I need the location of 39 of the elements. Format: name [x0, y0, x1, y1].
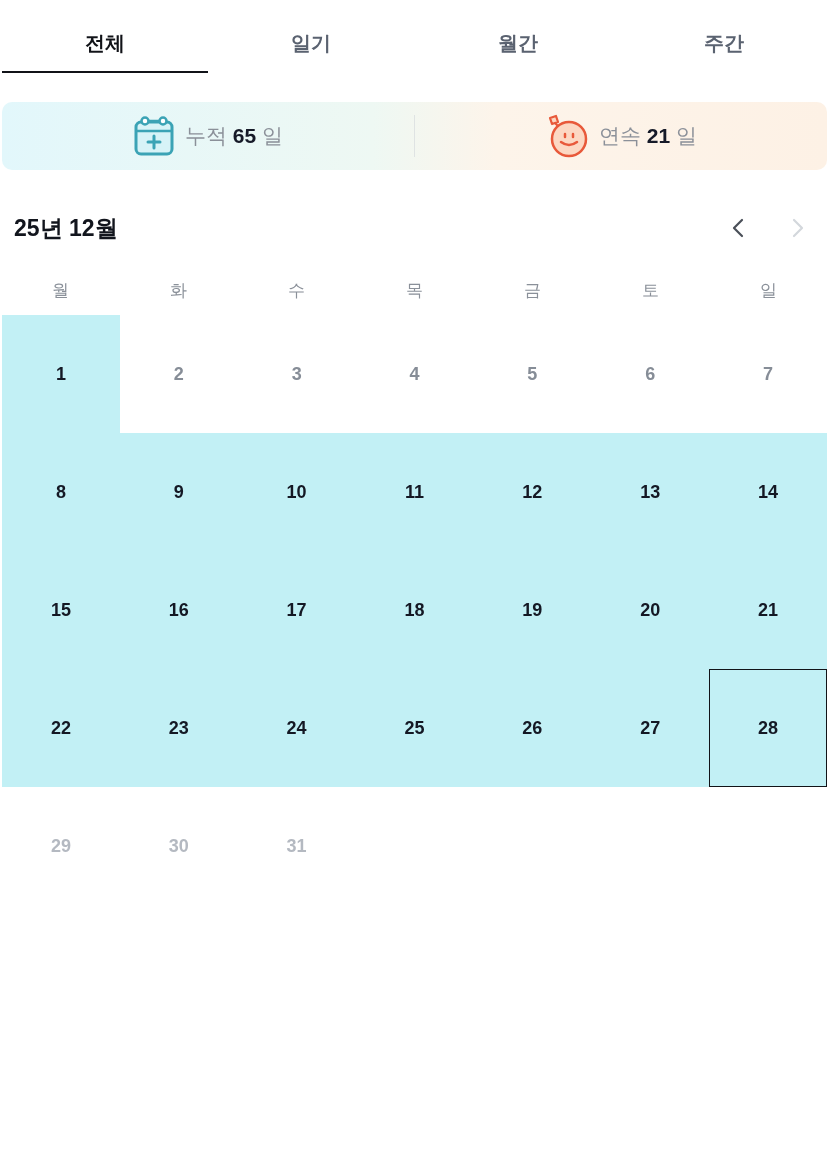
calendar-day[interactable]: 25 [355, 669, 474, 787]
calendar-day[interactable]: 18 [355, 551, 474, 669]
calendar-day[interactable]: 17 [237, 551, 356, 669]
calendar-day[interactable]: 22 [2, 669, 120, 787]
calendar-day[interactable]: 10 [237, 433, 356, 551]
tab[interactable]: 월간 [414, 0, 621, 73]
weekday-label: 목 [406, 279, 423, 302]
calendar-day[interactable]: 13 [591, 433, 710, 551]
calendar-day[interactable]: 20 [591, 551, 710, 669]
calendar-day[interactable]: 19 [473, 551, 592, 669]
calendar-day[interactable]: 11 [355, 433, 474, 551]
stat-text: 연속 21 일 [598, 123, 697, 149]
weekday-label: 월 [52, 279, 70, 302]
calendar-day[interactable]: 12 [473, 433, 592, 551]
calendar-plus-icon [132, 115, 175, 157]
tab[interactable]: 일기 [208, 0, 415, 73]
weekday-label: 일 [759, 279, 777, 302]
calendar-day[interactable]: 15 [2, 551, 120, 669]
calendar-day[interactable]: 24 [237, 669, 356, 787]
calendar-day[interactable]: 21 [709, 551, 827, 669]
stat-text: 누적 65 일 [184, 123, 283, 149]
calendar-day[interactable]: 9 [119, 433, 238, 551]
calendar-day[interactable]: 16 [119, 551, 238, 669]
calendar-day[interactable]: 27 [591, 669, 710, 787]
calendar-day[interactable]: 14 [709, 433, 827, 551]
weekday-label: 토 [641, 279, 659, 302]
tab[interactable]: 전체 [2, 0, 209, 73]
tab[interactable]: 주간 [620, 0, 827, 73]
calendar-day[interactable]: 8 [2, 433, 120, 551]
weekday-label: 수 [288, 279, 306, 302]
month-title: 25년 12월 [14, 213, 118, 243]
weekday-label: 화 [170, 279, 188, 302]
calendar-day[interactable]: 23 [119, 669, 238, 787]
calendar-day[interactable]: 28 [709, 669, 827, 787]
calendar-day[interactable]: 1 [2, 315, 120, 433]
chevron-right-icon [791, 218, 805, 238]
calendar-day[interactable]: 26 [473, 669, 592, 787]
weekday-label: 금 [523, 279, 541, 302]
chevron-left-icon [731, 218, 745, 238]
